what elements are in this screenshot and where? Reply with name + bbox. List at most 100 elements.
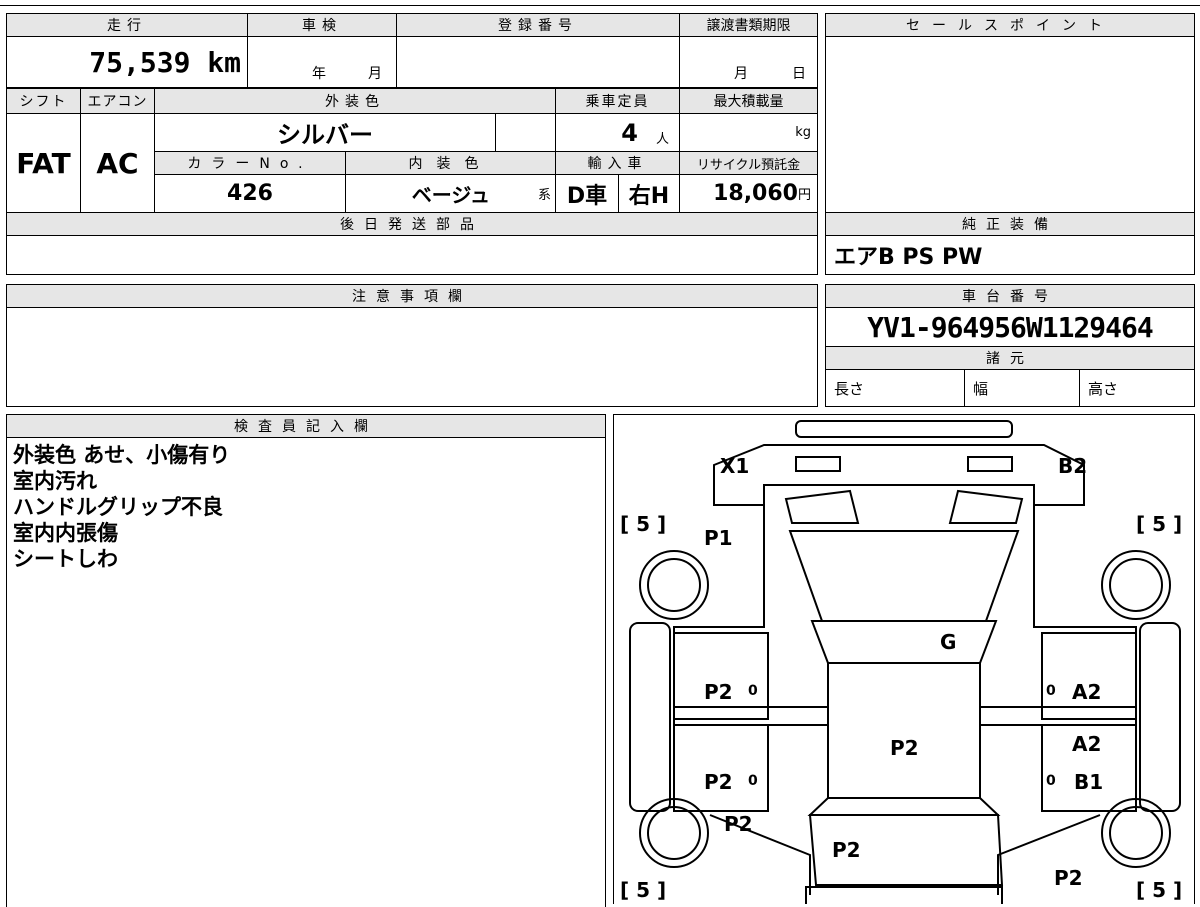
spec-height-label: 高さ bbox=[1088, 379, 1119, 398]
shaken-year-unit: 年 bbox=[312, 66, 326, 82]
later-parts-label: 後日発送部品 bbox=[340, 217, 484, 233]
left-sill bbox=[629, 622, 671, 812]
deadline-month-unit: 月 bbox=[734, 66, 748, 82]
import-h-text: 右H bbox=[628, 183, 670, 209]
front-right-wheel bbox=[1101, 550, 1171, 620]
shift-value: FAT bbox=[6, 113, 81, 213]
spec-height: 高さ bbox=[1079, 369, 1195, 407]
inspector-note: ハンドルグリップ不良 bbox=[13, 495, 223, 519]
right-side bbox=[1033, 505, 1137, 810]
interior-color-text: ベージュ bbox=[411, 183, 490, 207]
max-load-value: kg bbox=[679, 113, 818, 152]
later-parts-header: 後日発送部品 bbox=[6, 212, 818, 236]
aircon-header: エアコン bbox=[80, 88, 155, 114]
capacity-value: 4 人 bbox=[555, 113, 680, 152]
capacity-header: 乗車定員 bbox=[555, 88, 680, 114]
interior-color-value: ベージュ 系 bbox=[345, 174, 556, 213]
damage-code-p2-left-lower: P2 bbox=[724, 812, 753, 836]
inspector-body: 外装色 あせ、小傷有り 室内汚れ ハンドルグリップ不良 室内内張傷 シートしわ bbox=[6, 437, 606, 907]
spec-length-label: 長さ bbox=[834, 379, 865, 398]
import-label: 輸入車 bbox=[587, 156, 648, 172]
inspector-label: 検査員記入欄 bbox=[234, 419, 378, 435]
transfer-deadline-label: 譲渡書類期限 bbox=[706, 18, 791, 34]
import-h-value: 右H bbox=[618, 174, 680, 213]
front-body bbox=[713, 444, 1085, 506]
door-handle-mark: 0 bbox=[1046, 683, 1056, 699]
aircon-label: エアコン bbox=[87, 94, 148, 110]
registration-label: 登録番号 bbox=[498, 18, 578, 34]
exterior-color-text: シルバー bbox=[277, 121, 373, 149]
max-load-unit: kg bbox=[795, 125, 811, 140]
transfer-deadline-value: 月 日 bbox=[679, 36, 818, 88]
genuine-equipment-value: エアB PS PW bbox=[825, 235, 1195, 275]
aircon-value: AC bbox=[80, 113, 155, 213]
sales-point-label: セールスポイント bbox=[906, 18, 1114, 34]
import-d-value: D車 bbox=[555, 174, 619, 213]
interior-color-suffix: 系 bbox=[537, 188, 551, 203]
damage-code-a2-right-front: A2 bbox=[1072, 680, 1101, 704]
tire-mark-front-left: [ 5 ] bbox=[620, 512, 666, 536]
inspector-note: 外装色 あせ、小傷有り bbox=[13, 443, 231, 467]
shaken-header: 車検 bbox=[247, 13, 397, 37]
registration-header: 登録番号 bbox=[396, 13, 680, 37]
mileage-label: 走行 bbox=[107, 18, 147, 34]
deadline-day-unit: 日 bbox=[792, 66, 806, 82]
specs-header: 諸元 bbox=[825, 346, 1195, 370]
exterior-color-header: 外装色 bbox=[154, 88, 556, 114]
top-strip bbox=[0, 0, 1200, 6]
door-handle-mark: 0 bbox=[748, 683, 758, 699]
transfer-deadline-header: 譲渡書類期限 bbox=[679, 13, 818, 37]
capacity-unit: 人 bbox=[655, 132, 669, 147]
chassis-no-header: 車台番号 bbox=[825, 284, 1195, 308]
notes-label: 注意事項欄 bbox=[352, 289, 472, 305]
shaken-month-unit: 月 bbox=[368, 66, 382, 82]
tire-mark-rear-left: [ 5 ] bbox=[620, 878, 666, 902]
damage-code-p2-rear: P2 bbox=[832, 838, 861, 862]
door-handle-mark: 0 bbox=[1046, 773, 1056, 789]
later-parts-value bbox=[6, 235, 818, 275]
genuine-equipment-label: 純正装備 bbox=[962, 217, 1058, 233]
shaken-label: 車検 bbox=[302, 18, 342, 34]
roof bbox=[827, 662, 981, 799]
recycle-header: リサイクル預託金 bbox=[679, 151, 818, 175]
color-no-header: カラーNo. bbox=[154, 151, 346, 175]
tire-mark-front-right: [ 5 ] bbox=[1136, 512, 1182, 536]
right-headlight bbox=[967, 456, 1013, 472]
mileage-header: 走行 bbox=[6, 13, 248, 37]
max-load-header: 最大積載量 bbox=[679, 88, 818, 114]
right-sill bbox=[1139, 622, 1181, 812]
front-bumper bbox=[795, 420, 1013, 438]
recycle-text: 18,060 bbox=[713, 181, 798, 206]
inspector-note: シートしわ bbox=[13, 547, 118, 571]
sales-point-value bbox=[825, 36, 1195, 213]
shaken-value: 年 月 bbox=[247, 36, 397, 88]
shift-header: シフト bbox=[6, 88, 81, 114]
registration-value bbox=[396, 36, 680, 88]
shift-label: シフト bbox=[19, 94, 68, 110]
front-left-wheel bbox=[639, 550, 709, 620]
recycle-value: 18,060 円 bbox=[679, 174, 818, 213]
damage-code-p2-right-rear: P2 bbox=[1054, 866, 1083, 890]
left-side bbox=[673, 505, 765, 810]
damage-code-b1-right: B1 bbox=[1074, 770, 1103, 794]
left-mirror-area bbox=[784, 489, 860, 524]
color-no-text: 426 bbox=[227, 181, 273, 206]
spec-width: 幅 bbox=[964, 369, 1080, 407]
windshield bbox=[810, 620, 998, 664]
car-diagram-panel: [ 5 ] [ 5 ] [ 5 ] [ 5 ] X1 B2 P1 G P2 A2… bbox=[613, 414, 1195, 904]
aircon-text: AC bbox=[96, 146, 139, 180]
damage-code-b2: B2 bbox=[1058, 454, 1087, 478]
import-header: 輸入車 bbox=[555, 151, 680, 175]
shift-text: FAT bbox=[16, 146, 71, 180]
recycle-label: リサイクル預託金 bbox=[696, 157, 801, 173]
chassis-no-label: 車台番号 bbox=[962, 289, 1058, 305]
interior-color-header: 内装色 bbox=[345, 151, 556, 175]
sales-point-header: セールスポイント bbox=[825, 13, 1195, 37]
capacity-text: 4 bbox=[621, 118, 638, 147]
damage-code-p1: P1 bbox=[704, 526, 733, 550]
chassis-no-text: YV1-964956W1129464 bbox=[867, 310, 1153, 344]
damage-code-p2-center: P2 bbox=[890, 736, 919, 760]
inspector-note: 室内汚れ bbox=[13, 469, 97, 493]
spec-width-label: 幅 bbox=[973, 379, 989, 398]
damage-code-x1: X1 bbox=[720, 454, 749, 478]
